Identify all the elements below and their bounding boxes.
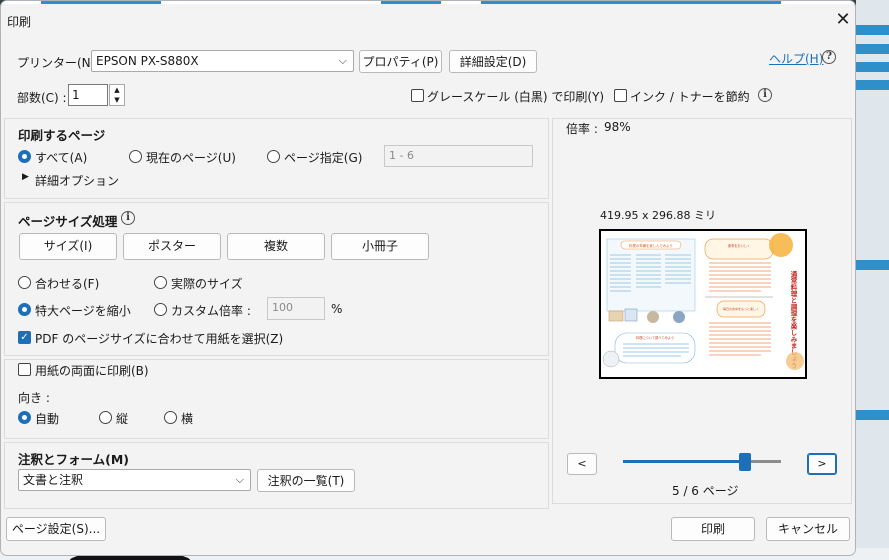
custom-scale-label: カスタム倍率 : [171, 304, 251, 318]
comments-select[interactable]: 文書と注釈 ⌵ [18, 469, 251, 491]
dialog-title: 印刷 [7, 15, 32, 29]
preview-box3: 食事をおいしく [728, 243, 750, 248]
save-ink-checkbox[interactable] [614, 89, 627, 102]
scale-value: 98% [604, 120, 631, 134]
preview-box1: 料理の準備を楽しんでみよう [629, 243, 673, 248]
grayscale-label: グレースケール (白黒) で印刷(Y) [427, 90, 605, 104]
copies-input[interactable]: 1 [68, 84, 108, 106]
pages-heading: 印刷するページ [18, 128, 106, 143]
help-icon[interactable]: ? [822, 50, 836, 64]
pdf-paper-checkbox[interactable]: ✓ [18, 331, 31, 344]
cancel-button[interactable]: キャンセル [766, 517, 850, 541]
duplex-label: 用紙の両面に印刷(B) [35, 364, 149, 378]
fit-label: 合わせる(F) [35, 277, 100, 291]
orientation-landscape-radio[interactable] [164, 411, 177, 424]
orientation-landscape-label: 横 [181, 412, 194, 426]
page-sizing-heading: ページサイズ処理 [18, 214, 118, 229]
chevron-down-icon: ⌵ [338, 54, 347, 67]
comments-selected-value: 文書と注釈 [23, 473, 84, 487]
actual-size-radio[interactable] [154, 276, 167, 289]
page-slider-fill [623, 460, 745, 463]
actual-size-label: 実際のサイズ [171, 277, 243, 291]
custom-scale-radio[interactable] [154, 303, 167, 316]
page-preview: 料理の準備を楽しんでみよう 料理について調べてみよう 食事をおいしく 毎日の食卓… [599, 229, 807, 379]
summarize-comments-button[interactable]: 注釈の一覧(T) [257, 469, 355, 492]
printer-select[interactable]: EPSON PX-S880X ⌵ [91, 50, 354, 72]
next-page-button[interactable]: > [807, 453, 837, 475]
comments-heading: 注釈とフォーム(M) [18, 452, 129, 467]
more-options-link[interactable]: 詳細オプション [35, 172, 119, 189]
title-bar: 印刷 ✕ [1, 4, 855, 36]
info-icon[interactable]: i [121, 211, 135, 225]
close-icon[interactable]: ✕ [832, 9, 854, 31]
tab-poster[interactable]: ポスター [123, 233, 221, 260]
pages-current-radio[interactable] [129, 150, 142, 163]
info-icon[interactable]: i [758, 88, 772, 102]
save-ink-label: インク / トナーを節約 [630, 90, 750, 104]
pdf-paper-label: PDF のページサイズに合わせて用紙を選択(Z) [35, 332, 284, 346]
shrink-oversized-radio[interactable] [18, 303, 31, 316]
background-window [856, 0, 889, 560]
page-slider-thumb[interactable] [739, 453, 751, 471]
printer-selected-value: EPSON PX-S880X [96, 54, 199, 68]
page-indicator: 5 / 6 ページ [672, 484, 739, 498]
pages-range-input[interactable]: 1 - 6 [384, 145, 533, 167]
pages-range-radio[interactable] [267, 150, 280, 163]
prev-page-button[interactable]: < [567, 453, 597, 475]
preview-page-thumbnail: 料理の準備を楽しんでみよう 料理について調べてみよう 食事をおいしく 毎日の食卓… [601, 231, 805, 377]
pages-all-label: すべて(A) [35, 151, 88, 165]
copies-spinner[interactable]: ▲ ▼ [109, 84, 125, 106]
pages-current-label: 現在のページ(U) [146, 151, 236, 165]
percent-label: % [331, 302, 343, 316]
tab-multiple[interactable]: 複数 [227, 233, 325, 260]
properties-button[interactable]: プロパティ(P) [359, 50, 442, 73]
pages-range-label: ページ指定(G) [284, 151, 363, 165]
pages-all-radio[interactable] [18, 150, 31, 163]
orientation-portrait-label: 縦 [116, 412, 129, 426]
orientation-label: 向き : [18, 391, 50, 405]
shrink-oversized-label: 特大ページを縮小 [35, 304, 131, 318]
custom-scale-input[interactable]: 100 [267, 297, 325, 320]
triangle-right-icon[interactable]: ▶ [22, 172, 29, 182]
preview-box2: 料理について調べてみよう [636, 335, 674, 340]
copies-label: 部数(C) : [17, 91, 67, 105]
advanced-button[interactable]: 詳細設定(D) [449, 50, 537, 73]
tab-size[interactable]: サイズ(I) [19, 233, 117, 260]
tab-booklet[interactable]: 小冊子 [331, 233, 429, 260]
duplex-checkbox[interactable] [18, 363, 31, 376]
grayscale-checkbox[interactable] [411, 89, 424, 102]
chevron-down-icon: ⌵ [235, 473, 244, 486]
print-dialog: 印刷 ✕ プリンター(N) : EPSON PX-S880X ⌵ プロパティ(P… [0, 0, 856, 556]
fit-radio[interactable] [18, 276, 31, 289]
help-link[interactable]: ヘルプ(H) [769, 50, 823, 67]
print-button[interactable]: 印刷 [671, 517, 755, 541]
orientation-portrait-radio[interactable] [99, 411, 112, 424]
preview-box4: 毎日の食卓をもっと楽しく [723, 306, 759, 311]
orientation-auto-radio[interactable] [18, 411, 31, 424]
paper-size-text: 419.95 x 296.88 ミリ [600, 209, 716, 222]
page-setup-button[interactable]: ページ設定(S)... [6, 517, 106, 541]
orientation-auto-label: 自動 [35, 412, 60, 426]
scale-label: 倍率 : [566, 122, 598, 136]
